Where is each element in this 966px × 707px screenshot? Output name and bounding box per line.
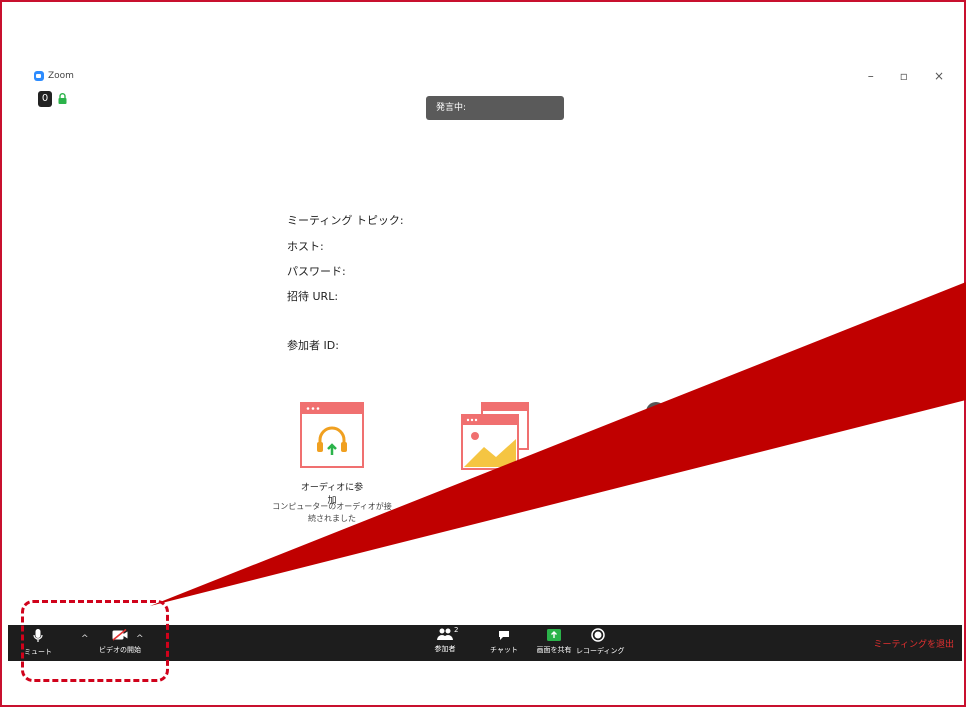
record-label: レコーディング: [576, 647, 625, 655]
participants-label: 参加者: [434, 645, 456, 653]
share-screen-button[interactable]: 画面を共有: [532, 629, 576, 655]
leave-meeting-button[interactable]: ミーティングを退出: [874, 637, 954, 650]
participants-icon: [437, 628, 453, 640]
share-screen-toolbar-icon: [547, 629, 561, 641]
chat-icon: [499, 631, 509, 640]
chat-button[interactable]: チャット: [486, 630, 522, 655]
record-icon: [591, 628, 605, 642]
record-button[interactable]: レコーディング: [576, 628, 625, 656]
participants-button[interactable]: 2 参加者: [427, 626, 463, 654]
participants-count: 2: [454, 626, 459, 634]
share-screen-label: 画面を共有: [536, 646, 572, 654]
chat-label: チャット: [490, 646, 518, 654]
annotation-highlight-box: [21, 600, 169, 682]
